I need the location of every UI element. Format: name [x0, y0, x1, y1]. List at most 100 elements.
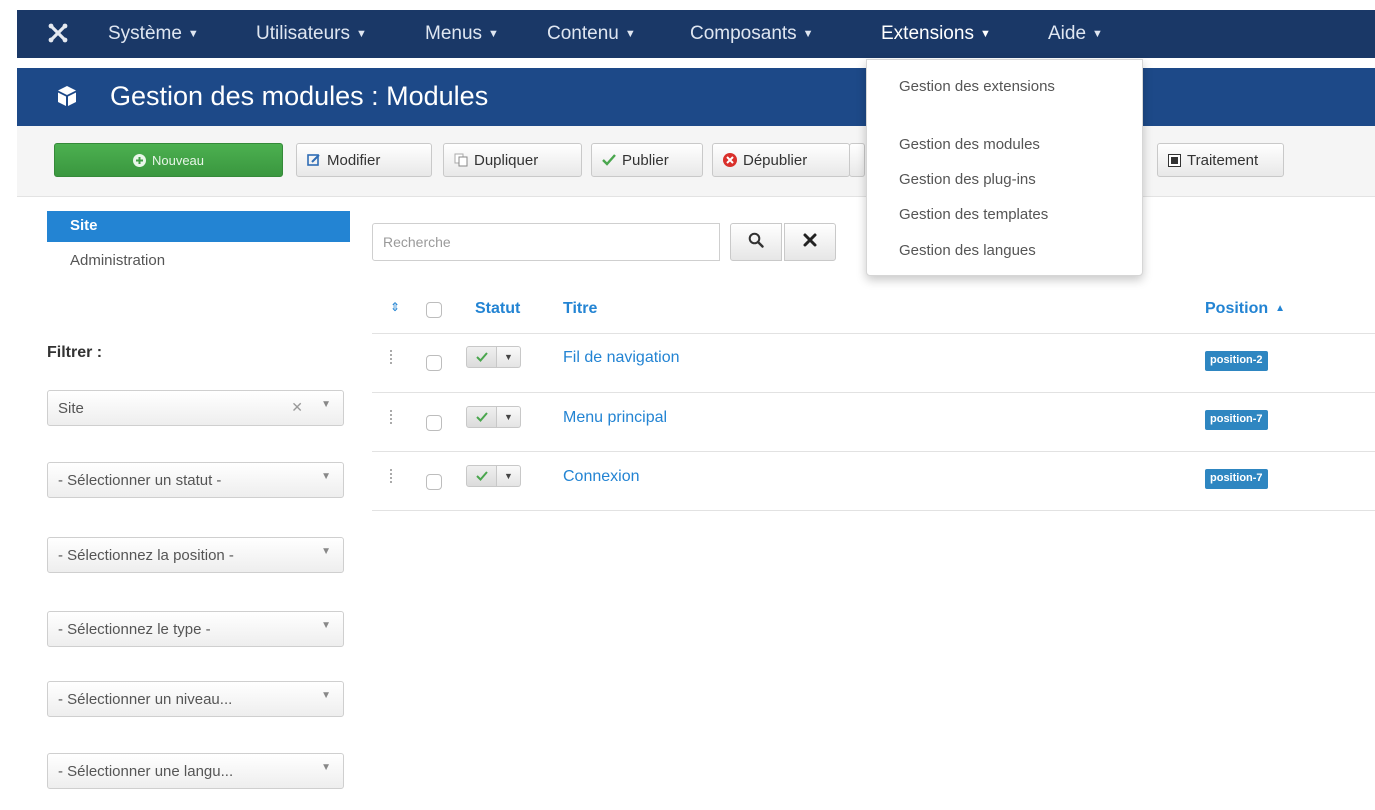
language-filter-select[interactable]: - Sélectionner une langu... ▼: [47, 753, 344, 789]
row-divider: [372, 510, 1375, 511]
remove-circle-icon: [723, 153, 737, 167]
duplicate-button[interactable]: Dupliquer: [443, 143, 582, 177]
duplicate-button-label: Dupliquer: [474, 151, 539, 169]
nav-menu-help[interactable]: Aide ▼: [1048, 23, 1103, 45]
position-badge: position-2: [1205, 351, 1268, 371]
menu-item-language-manager[interactable]: Gestion des langues: [899, 242, 1036, 259]
caret-down-icon: ▼: [624, 28, 636, 40]
module-title-link[interactable]: Menu principal: [563, 409, 667, 427]
nav-menu-label: Composants: [690, 23, 797, 44]
caret-down-icon: ▼: [488, 28, 499, 40]
sort-asc-icon: ▲: [1275, 303, 1286, 314]
plus-circle-icon: [132, 153, 146, 167]
drag-handle-icon[interactable]: [390, 410, 396, 424]
search-button[interactable]: [730, 223, 782, 261]
menu-item-module-manager[interactable]: Gestion des modules: [899, 136, 1040, 153]
row-divider: [372, 451, 1375, 452]
column-header-position-label: Position: [1205, 300, 1269, 317]
column-header-status[interactable]: Statut: [475, 300, 520, 318]
select-value: - Sélectionner un niveau...: [58, 691, 233, 708]
check-icon: [602, 154, 616, 166]
nav-menu-extensions[interactable]: Extensions ▼: [881, 23, 991, 45]
nav-menu-label: Extensions: [881, 23, 974, 44]
status-toggle[interactable]: ▼: [466, 465, 521, 487]
nav-menu-system[interactable]: Système ▼: [108, 23, 199, 45]
menu-item-template-manager[interactable]: Gestion des templates: [899, 206, 1048, 223]
module-title-link[interactable]: Connexion: [563, 468, 640, 486]
select-all-checkbox[interactable]: [426, 302, 442, 318]
published-check-icon[interactable]: [466, 406, 497, 428]
published-check-icon[interactable]: [466, 346, 497, 368]
published-check-icon[interactable]: [466, 465, 497, 487]
chevron-down-icon: ▼: [321, 546, 331, 557]
extensions-dropdown-menu: Gestion des extensions Gestion des modul…: [866, 59, 1143, 276]
status-dropdown-icon[interactable]: ▼: [497, 346, 521, 368]
nav-menu-content[interactable]: Contenu ▼: [547, 23, 636, 45]
row-checkbox[interactable]: [426, 415, 442, 431]
chevron-down-icon: ▼: [321, 399, 331, 410]
clear-icon[interactable]: ✕: [291, 399, 303, 416]
unpublish-button[interactable]: Dépublier: [712, 143, 850, 177]
caret-down-icon: ▼: [979, 28, 991, 40]
position-badge: position-7: [1205, 469, 1268, 489]
edit-button[interactable]: Modifier: [296, 143, 432, 177]
nav-menu-label: Menus: [425, 23, 483, 44]
nav-menu-label: Contenu: [547, 23, 619, 44]
chevron-down-icon: ▼: [321, 471, 331, 482]
search-icon: [748, 232, 764, 253]
access-level-filter-select[interactable]: - Sélectionner un niveau... ▼: [47, 681, 344, 717]
row-divider: [372, 392, 1375, 393]
search-input[interactable]: [372, 223, 720, 261]
type-filter-select[interactable]: - Sélectionnez le type - ▼: [47, 611, 344, 647]
new-button[interactable]: Nouveau: [54, 143, 283, 177]
clear-search-button[interactable]: [784, 223, 836, 261]
status-dropdown-icon[interactable]: ▼: [497, 465, 521, 487]
copy-icon: [454, 153, 468, 167]
cube-icon: [55, 84, 79, 108]
batch-button-label: Traitement: [1187, 151, 1259, 169]
publish-button-label: Publier: [622, 151, 669, 169]
caret-down-icon: ▼: [187, 28, 199, 40]
sidebar-item-site[interactable]: Site: [47, 211, 350, 242]
position-filter-select[interactable]: - Sélectionnez la position - ▼: [47, 537, 344, 573]
row-checkbox[interactable]: [426, 474, 442, 490]
column-header-title[interactable]: Titre: [563, 300, 597, 318]
edit-button-label: Modifier: [327, 151, 381, 169]
caret-down-icon: ▼: [1092, 28, 1103, 40]
drag-handle-icon[interactable]: [390, 469, 396, 483]
nav-menu-components[interactable]: Composants ▼: [690, 23, 814, 45]
batch-button[interactable]: Traitement: [1157, 143, 1284, 177]
nav-menu-menus[interactable]: Menus ▼: [425, 23, 499, 45]
nav-menu-label: Aide: [1048, 23, 1087, 44]
sidebar-item-administration[interactable]: Administration: [70, 252, 165, 269]
nav-menu-users[interactable]: Utilisateurs ▼: [256, 23, 367, 45]
publish-button[interactable]: Publier: [591, 143, 703, 177]
module-title-link[interactable]: Fil de navigation: [563, 349, 680, 367]
menu-item-plugin-manager[interactable]: Gestion des plug-ins: [899, 171, 1036, 188]
status-toggle[interactable]: ▼: [466, 406, 521, 428]
select-value: - Sélectionner un statut -: [58, 472, 222, 489]
position-badge: position-7: [1205, 410, 1268, 430]
column-header-position[interactable]: Position ▲: [1205, 300, 1285, 318]
select-value: - Sélectionner une langu...: [58, 763, 234, 780]
page-header: Gestion des modules : Modules: [17, 68, 1375, 126]
new-button-label: Nouveau: [151, 152, 205, 168]
sort-order-icon[interactable]: ⇕: [390, 300, 400, 314]
client-filter-select[interactable]: Site ✕ ▼: [47, 390, 344, 426]
menu-item-extension-manager[interactable]: Gestion des extensions: [899, 78, 1055, 95]
nav-menu-label: Utilisateurs: [256, 23, 350, 44]
edit-icon: [307, 153, 321, 167]
status-toggle[interactable]: ▼: [466, 346, 521, 368]
drag-handle-icon[interactable]: [390, 350, 396, 364]
row-checkbox[interactable]: [426, 355, 442, 371]
status-dropdown-icon[interactable]: ▼: [497, 406, 521, 428]
joomla-logo-icon[interactable]: [47, 22, 69, 44]
select-value: - Sélectionnez le type -: [58, 621, 211, 638]
chevron-down-icon: ▼: [321, 762, 331, 773]
nav-menu-label: Système: [108, 23, 182, 44]
caret-down-icon: ▼: [355, 28, 367, 40]
status-filter-select[interactable]: - Sélectionner un statut - ▼: [47, 462, 344, 498]
unpublish-button-label: Dépublier: [743, 151, 808, 169]
chevron-down-icon: ▼: [321, 620, 331, 631]
hidden-toolbar-button[interactable]: [849, 143, 865, 177]
